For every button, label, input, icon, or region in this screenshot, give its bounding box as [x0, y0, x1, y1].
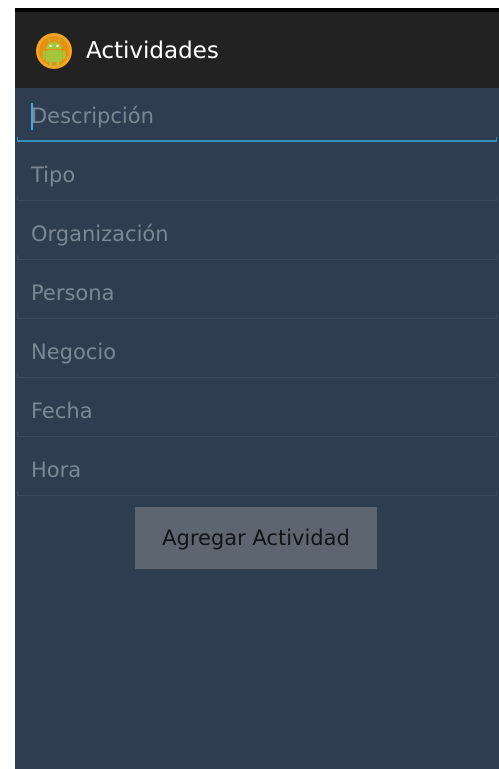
- time-field[interactable]: Hora: [17, 442, 497, 501]
- android-icon[interactable]: [35, 31, 73, 71]
- app-screen: Actividades Descripción Tipo Organizació…: [15, 8, 499, 769]
- type-placeholder: Tipo: [31, 163, 76, 187]
- page-title: Actividades: [86, 38, 219, 64]
- person-field[interactable]: Persona: [17, 265, 497, 324]
- field-underline: [17, 314, 497, 319]
- description-field[interactable]: Descripción: [17, 88, 497, 147]
- activity-form: Descripción Tipo Organización Persona Ne…: [15, 88, 499, 501]
- organization-placeholder: Organización: [31, 222, 169, 246]
- field-underline: [17, 255, 497, 260]
- field-underline: [17, 196, 497, 201]
- field-underline: [17, 491, 497, 496]
- person-placeholder: Persona: [31, 281, 115, 305]
- field-underline: [17, 137, 497, 142]
- action-bar: Actividades: [15, 12, 499, 88]
- field-underline: [17, 432, 497, 437]
- business-placeholder: Negocio: [31, 340, 117, 364]
- type-field[interactable]: Tipo: [17, 147, 497, 206]
- time-placeholder: Hora: [31, 458, 82, 482]
- add-activity-button[interactable]: Agregar Actividad: [135, 507, 377, 569]
- description-placeholder: Descripción: [31, 104, 154, 128]
- date-field[interactable]: Fecha: [17, 383, 497, 442]
- organization-field[interactable]: Organización: [17, 206, 497, 265]
- field-underline: [17, 373, 497, 378]
- business-field[interactable]: Negocio: [17, 324, 497, 383]
- date-placeholder: Fecha: [31, 399, 93, 423]
